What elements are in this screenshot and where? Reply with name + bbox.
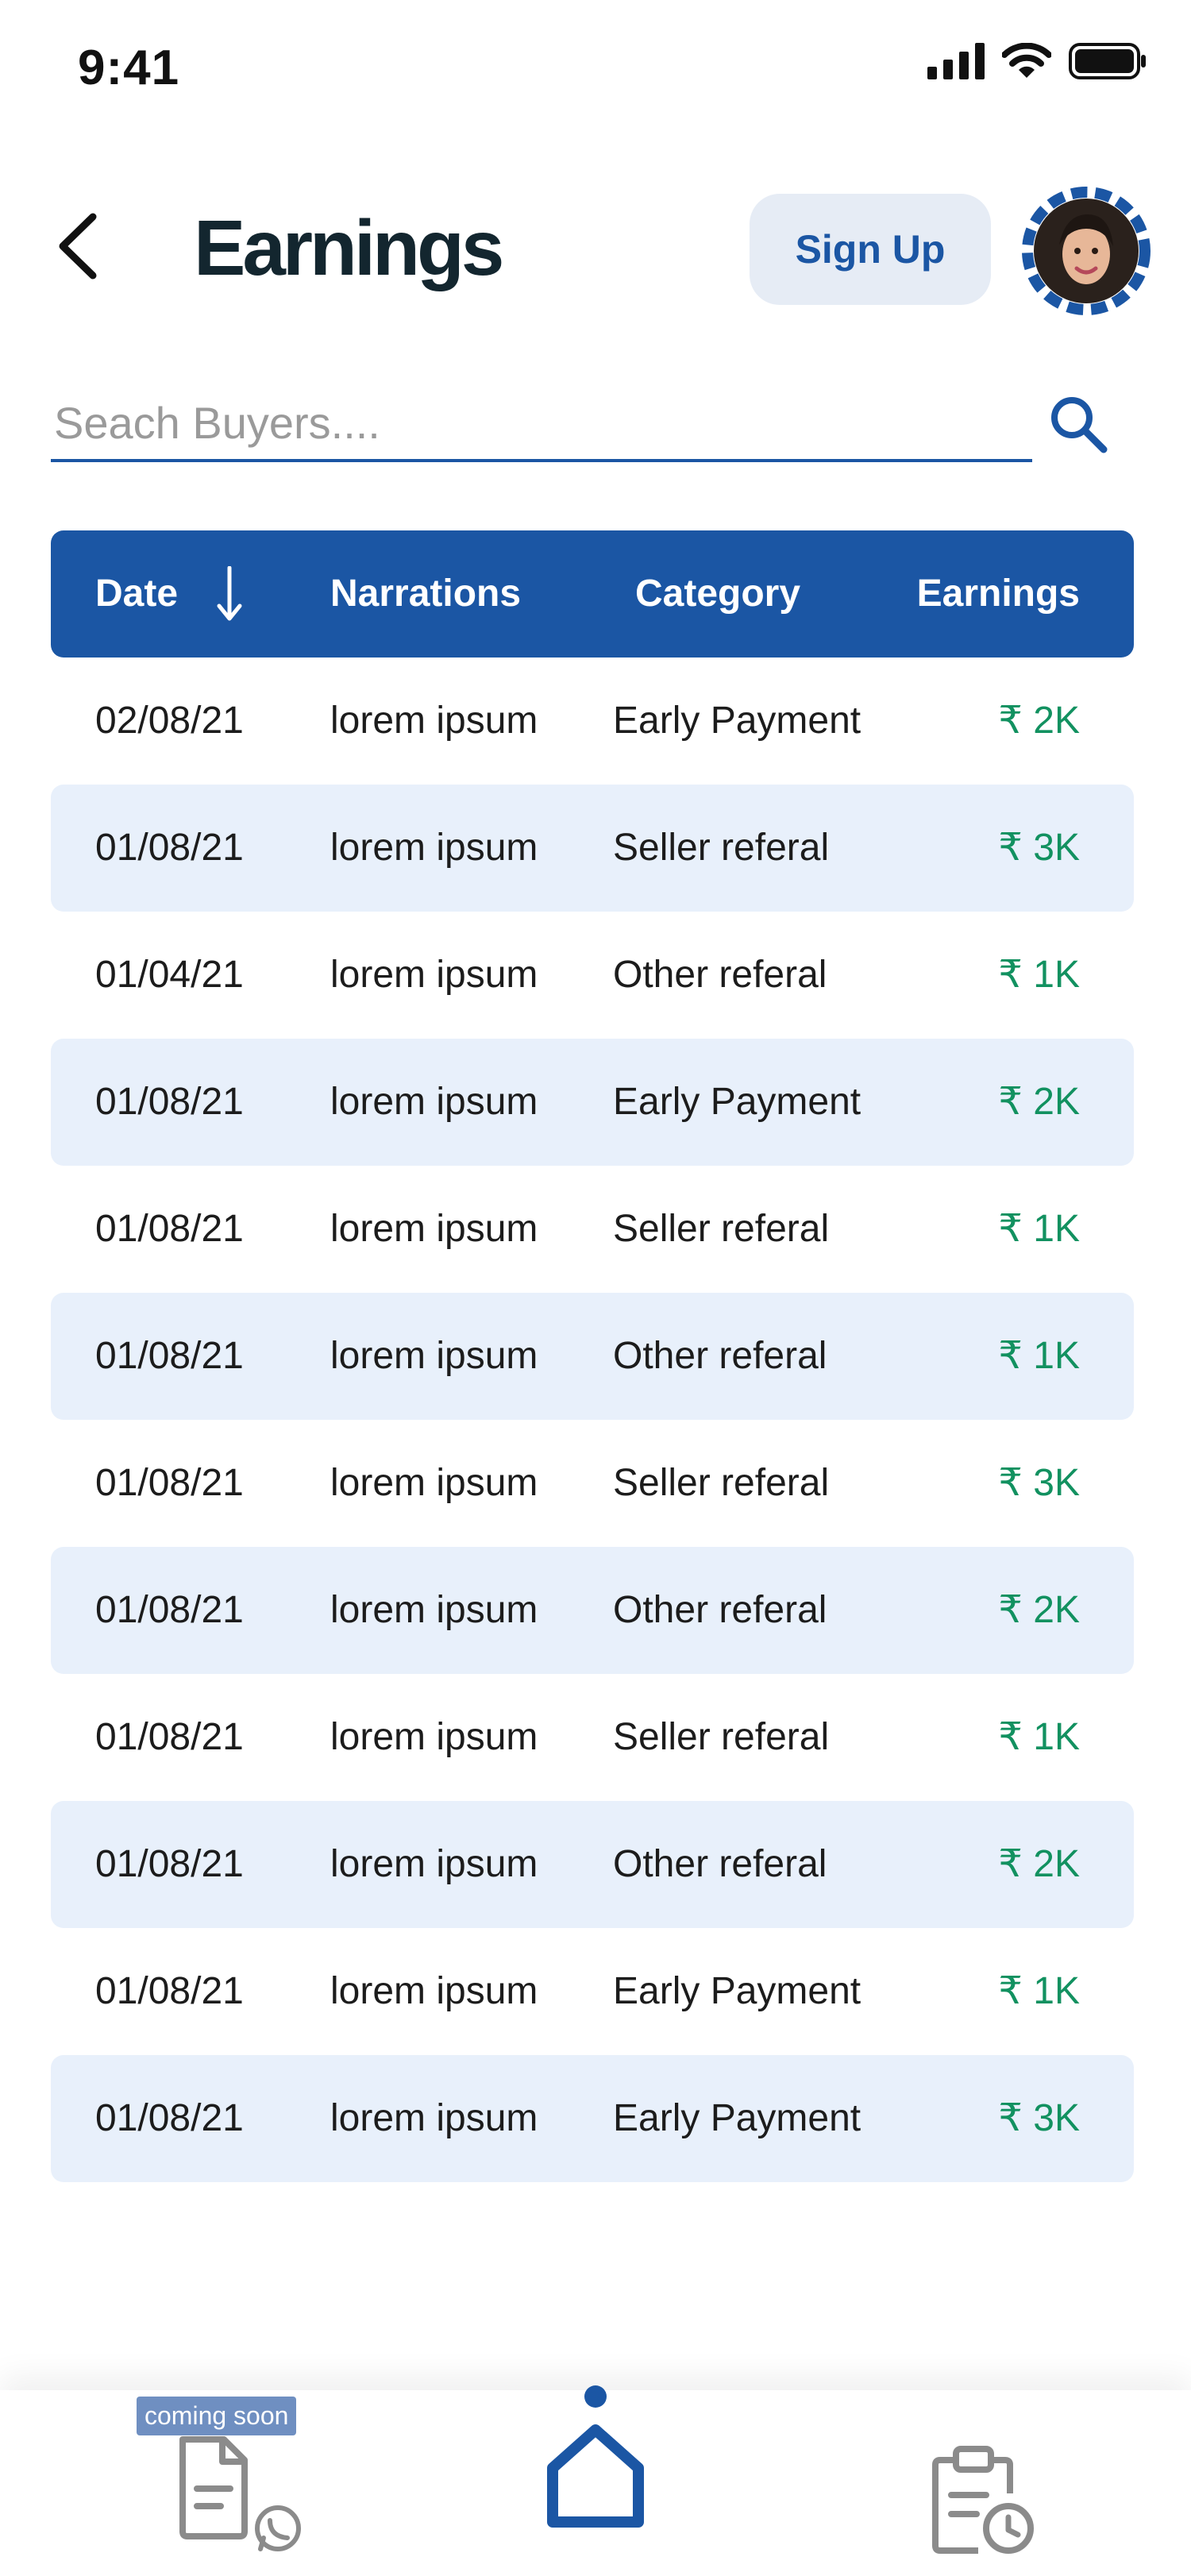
cell-category: Early Payment bbox=[613, 1970, 861, 2012]
table-row[interactable]: 01/08/21 lorem ipsum Other referal ₹ 1K bbox=[51, 1293, 1134, 1420]
column-header-category: Category bbox=[635, 573, 801, 615]
cell-category: Seller referal bbox=[613, 1716, 830, 1758]
column-header-narrations: Narrations bbox=[330, 573, 522, 615]
table-row[interactable]: 01/08/21 lorem ipsum Seller referal ₹ 1K bbox=[51, 1166, 1134, 1293]
table-row[interactable]: 01/08/21 lorem ipsum Seller referal ₹ 1K bbox=[51, 1674, 1134, 1801]
cell-date: 01/08/21 bbox=[95, 1589, 244, 1631]
search-input[interactable] bbox=[51, 386, 1032, 462]
table-header: Date Narrations Category Earnings bbox=[51, 530, 1134, 657]
cell-narration: lorem ipsum bbox=[330, 2097, 538, 2139]
battery-icon bbox=[1069, 43, 1146, 79]
cell-earning: ₹ 1K bbox=[998, 1335, 1080, 1377]
clipboard-clock-icon bbox=[932, 2446, 1034, 2554]
column-header-date-label: Date bbox=[95, 573, 179, 615]
cell-earning: ₹ 1K bbox=[998, 1208, 1080, 1250]
cell-category: Seller referal bbox=[613, 827, 830, 869]
nav-home-button[interactable] bbox=[543, 2385, 648, 2536]
cell-category: Early Payment bbox=[613, 1081, 861, 1123]
table-row[interactable]: 01/08/21 lorem ipsum Seller referal ₹ 3K bbox=[51, 785, 1134, 912]
cell-category: Other referal bbox=[613, 954, 827, 996]
table-row[interactable]: 01/08/21 lorem ipsum Early Payment ₹ 3K bbox=[51, 2055, 1134, 2182]
cell-earning: ₹ 3K bbox=[998, 1462, 1080, 1504]
cell-narration: lorem ipsum bbox=[330, 1970, 538, 2012]
sign-up-button[interactable]: Sign Up bbox=[750, 194, 991, 305]
page-title: Earnings bbox=[194, 204, 504, 291]
cell-earning: ₹ 1K bbox=[998, 1970, 1080, 2012]
cell-category: Other referal bbox=[613, 1589, 827, 1631]
cell-narration: lorem ipsum bbox=[330, 954, 538, 996]
earnings-table-body: 02/08/21 lorem ipsum Early Payment ₹ 2K … bbox=[51, 657, 1134, 2182]
home-icon bbox=[547, 2385, 644, 2528]
table-row[interactable]: 01/08/21 lorem ipsum Early Payment ₹ 1K bbox=[51, 1928, 1134, 2055]
cell-date: 01/08/21 bbox=[95, 1462, 244, 1504]
cell-category: Early Payment bbox=[613, 700, 861, 742]
search-bar bbox=[51, 386, 1032, 462]
cell-earning: ₹ 2K bbox=[998, 1081, 1080, 1123]
cell-date: 01/08/21 bbox=[95, 1970, 244, 2012]
table-row[interactable]: 01/04/21 lorem ipsum Other referal ₹ 1K bbox=[51, 912, 1134, 1039]
back-button[interactable] bbox=[49, 208, 105, 284]
chevron-left-icon bbox=[59, 213, 97, 280]
table-row[interactable]: 02/08/21 lorem ipsum Early Payment ₹ 2K bbox=[51, 657, 1134, 785]
column-header-date[interactable]: Date bbox=[95, 530, 243, 657]
cell-date: 01/08/21 bbox=[95, 827, 244, 869]
cell-category: Early Payment bbox=[613, 2097, 861, 2139]
signal-icon bbox=[927, 43, 985, 79]
sort-down-arrow-icon bbox=[217, 566, 242, 621]
cell-narration: lorem ipsum bbox=[330, 1462, 538, 1504]
cell-earning: ₹ 1K bbox=[998, 954, 1080, 996]
table-row[interactable]: 01/08/21 lorem ipsum Other referal ₹ 2K bbox=[51, 1801, 1134, 1928]
nav-history-button[interactable] bbox=[929, 2444, 1035, 2555]
status-time: 9:41 bbox=[78, 40, 180, 95]
avatar[interactable] bbox=[1021, 186, 1151, 316]
cell-category: Other referal bbox=[613, 1335, 827, 1377]
table-row[interactable]: 01/08/21 lorem ipsum Other referal ₹ 2K bbox=[51, 1547, 1134, 1674]
cell-narration: lorem ipsum bbox=[330, 1843, 538, 1885]
search-icon[interactable] bbox=[1046, 392, 1110, 456]
cell-narration: lorem ipsum bbox=[330, 1589, 538, 1631]
cell-earning: ₹ 2K bbox=[998, 700, 1080, 742]
cell-date: 02/08/21 bbox=[95, 700, 244, 742]
cell-date: 01/08/21 bbox=[95, 1208, 244, 1250]
cell-date: 01/08/21 bbox=[95, 1716, 244, 1758]
cell-earning: ₹ 3K bbox=[998, 2097, 1080, 2139]
cell-category: Other referal bbox=[613, 1843, 827, 1885]
cell-date: 01/08/21 bbox=[95, 2097, 244, 2139]
cell-narration: lorem ipsum bbox=[330, 827, 538, 869]
cell-date: 01/08/21 bbox=[95, 1843, 244, 1885]
cell-earning: ₹ 3K bbox=[998, 827, 1080, 869]
cell-date: 01/08/21 bbox=[95, 1335, 244, 1377]
column-header-earnings: Earnings bbox=[916, 573, 1080, 615]
cell-category: Seller referal bbox=[613, 1462, 830, 1504]
cell-narration: lorem ipsum bbox=[330, 1335, 538, 1377]
table-row[interactable]: 01/08/21 lorem ipsum Seller referal ₹ 3K bbox=[51, 1420, 1134, 1547]
cell-narration: lorem ipsum bbox=[330, 1081, 538, 1123]
cell-date: 01/08/21 bbox=[95, 1081, 244, 1123]
table-row[interactable]: 01/08/21 lorem ipsum Early Payment ₹ 2K bbox=[51, 1039, 1134, 1166]
cell-earning: ₹ 2K bbox=[998, 1589, 1080, 1631]
cell-narration: lorem ipsum bbox=[330, 1208, 538, 1250]
cell-narration: lorem ipsum bbox=[330, 700, 538, 742]
cell-earning: ₹ 1K bbox=[998, 1716, 1080, 1758]
cell-earning: ₹ 2K bbox=[998, 1843, 1080, 1885]
status-icons bbox=[927, 43, 1147, 79]
wifi-icon bbox=[1002, 43, 1051, 78]
nav-documents-button[interactable] bbox=[172, 2430, 314, 2565]
document-whatsapp-icon bbox=[179, 2436, 301, 2551]
cell-category: Seller referal bbox=[613, 1208, 830, 1250]
cell-date: 01/04/21 bbox=[95, 954, 244, 996]
cell-narration: lorem ipsum bbox=[330, 1716, 538, 1758]
